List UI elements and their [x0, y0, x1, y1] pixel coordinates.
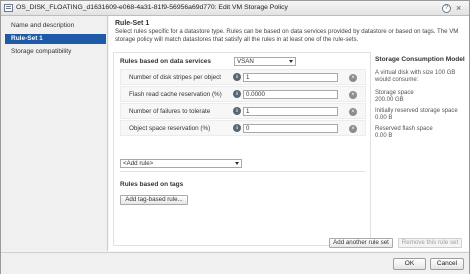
remove-rule-icon[interactable]: × — [349, 91, 357, 99]
ok-button[interactable]: OK — [393, 258, 426, 270]
initially-reserved-value: 0.00 B — [375, 115, 393, 121]
rule-row: Object space reservation (%) i 0 × — [120, 120, 366, 136]
storage-space-label: Storage space — [375, 90, 414, 96]
add-tag-rule-button[interactable]: Add tag-based rule... — [120, 195, 188, 205]
remove-rule-icon[interactable]: × — [349, 108, 357, 116]
info-icon[interactable]: i — [233, 124, 241, 132]
window-icon — [4, 4, 13, 12]
help-icon[interactable]: ? — [442, 4, 451, 13]
remove-rule-icon[interactable]: × — [349, 125, 357, 133]
rule-value-input[interactable]: 0 — [243, 124, 338, 133]
title-bar: OS_DISK_FLOATING_d1631609-e068-4a31-81f9… — [1, 1, 469, 16]
reserved-flash-value: 0.00 B — [375, 133, 393, 139]
rule-value-input[interactable]: 1 — [243, 107, 338, 116]
close-icon[interactable]: × — [456, 3, 461, 13]
initially-reserved-label: Initially reserved storage space — [375, 108, 458, 114]
tags-label: Rules based on tags — [120, 181, 184, 188]
data-services-value: VSAN — [237, 58, 254, 65]
section-divider — [120, 171, 366, 172]
page-title: Rule-Set 1 — [115, 20, 150, 27]
remove-rule-set-button[interactable]: Remove this rule set — [398, 238, 462, 248]
chevron-down-icon — [235, 162, 239, 165]
window-title: OS_DISK_FLOATING_d1631609-e068-4a31-81f9… — [16, 4, 288, 11]
rule-label: Flash read cache reservation (%) — [129, 91, 222, 98]
rule-row: Number of disk stripes per object i 1 × — [120, 69, 366, 85]
consumption-title: Storage Consumption Model — [375, 56, 465, 63]
page-description: Select rules specific for a datastore ty… — [115, 28, 459, 43]
rule-value-input[interactable]: 0.0000 — [243, 90, 338, 99]
storage-consumption-panel: Storage Consumption Model A virtual disk… — [375, 52, 467, 246]
data-services-label: Rules based on data services — [120, 58, 212, 65]
info-icon[interactable]: i — [233, 73, 241, 81]
dialog-footer: OK Cancel — [1, 252, 469, 274]
wizard-nav: Name and description Rule-Set 1 Storage … — [1, 16, 108, 251]
reserved-flash-label: Reserved flash space — [375, 126, 433, 132]
info-icon[interactable]: i — [233, 107, 241, 115]
chevron-down-icon — [289, 60, 293, 63]
rule-row: Number of failures to tolerate i 1 × — [120, 103, 366, 119]
rule-label: Object space reservation (%) — [129, 125, 211, 132]
nav-item-storage-compatibility[interactable]: Storage compatibility — [5, 47, 106, 57]
nav-item-name-and-description[interactable]: Name and description — [5, 21, 106, 31]
add-rule-value: <Add rule> — [123, 160, 154, 167]
rule-value-input[interactable]: 1 — [243, 73, 338, 82]
info-icon[interactable]: i — [233, 90, 241, 98]
rule-label: Number of disk stripes per object — [129, 74, 222, 81]
cancel-button[interactable]: Cancel — [430, 258, 464, 270]
add-rule-select[interactable]: <Add rule> — [120, 159, 242, 168]
rule-row: Flash read cache reservation (%) i 0.000… — [120, 86, 366, 102]
storage-space-value: 200.00 GB — [375, 97, 404, 103]
rules-panel: Rules based on data services VSAN Number… — [113, 52, 371, 246]
remove-rule-icon[interactable]: × — [349, 74, 357, 82]
edit-vm-storage-policy-dialog: OS_DISK_FLOATING_d1631609-e068-4a31-81f9… — [0, 0, 470, 274]
rule-label: Number of failures to tolerate — [129, 108, 211, 115]
data-services-select[interactable]: VSAN — [234, 57, 296, 66]
add-rule-set-button[interactable]: Add another rule set — [329, 238, 393, 248]
nav-item-rule-set-1[interactable]: Rule-Set 1 — [5, 34, 106, 44]
main-panel: Rule-Set 1 Select rules specific for a d… — [109, 16, 469, 251]
consumption-intro: A virtual disk with size 100 GB would co… — [375, 70, 456, 83]
